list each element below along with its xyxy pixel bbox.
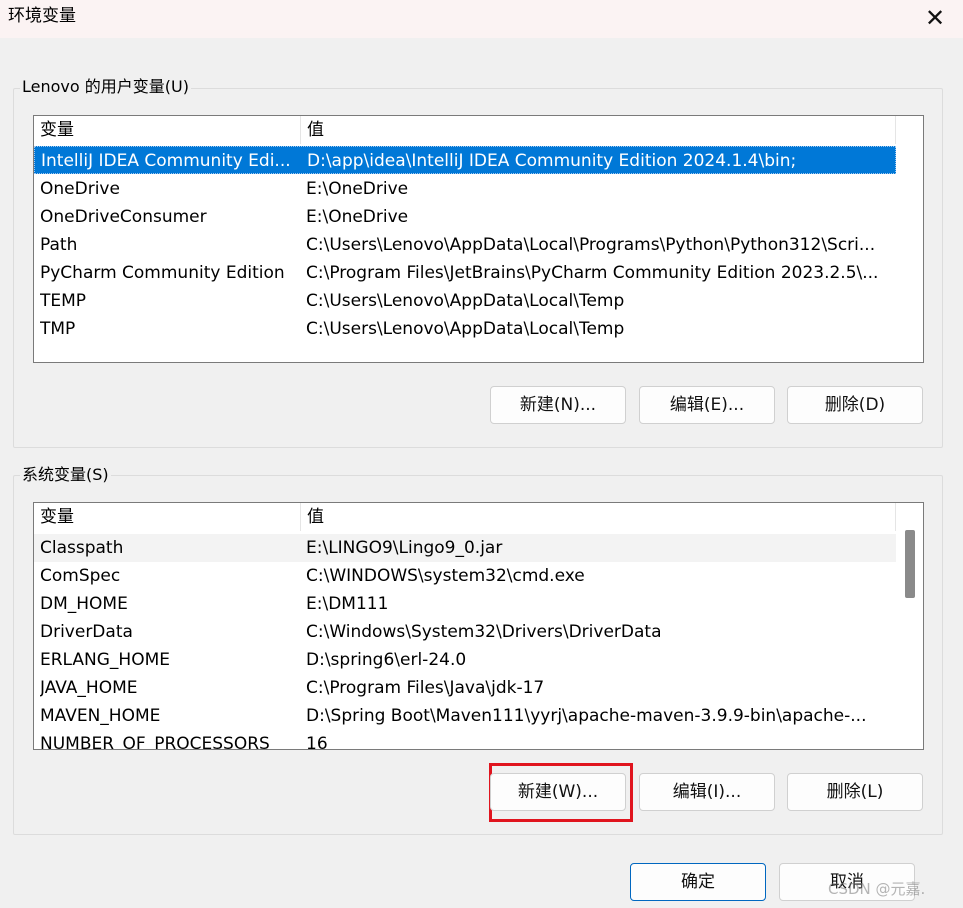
table-row[interactable]: NUMBER_OF_PROCESSORS 16 [34, 730, 896, 750]
table-row[interactable]: DM_HOME E:\DM111 [34, 590, 896, 618]
user-delete-button[interactable]: 删除(D) [787, 386, 923, 424]
table-row[interactable]: Classpath E:\LINGO9\Lingo9_0.jar [34, 534, 896, 562]
var-name: Classpath [40, 538, 124, 558]
scrollbar-thumb[interactable] [905, 530, 915, 598]
var-name: ERLANG_HOME [40, 650, 171, 670]
var-value: D:\Spring Boot\Maven111\yyrj\apache-mave… [306, 706, 867, 726]
close-icon[interactable]: ✕ [915, 2, 955, 34]
var-value: C:\WINDOWS\system32\cmd.exe [306, 566, 585, 586]
user-vars-header-value[interactable]: 值 [301, 116, 896, 144]
user-vars-header-name[interactable]: 变量 [34, 116, 301, 144]
var-value: 16 [306, 734, 328, 750]
var-name: TEMP [40, 291, 87, 311]
var-name: DM_HOME [40, 594, 128, 614]
user-new-button[interactable]: 新建(N)... [490, 386, 626, 424]
user-vars-legend: Lenovo 的用户变量(U) [20, 77, 191, 97]
var-value: C:\Users\Lenovo\AppData\Local\Temp [306, 319, 625, 339]
table-row[interactable]: DriverData C:\Windows\System32\Drivers\D… [34, 618, 896, 646]
table-row[interactable]: ComSpec C:\WINDOWS\system32\cmd.exe [34, 562, 896, 590]
var-name: MAVEN_HOME [40, 706, 161, 726]
table-row[interactable]: PyCharm Community Edition C:\Program Fil… [34, 259, 896, 287]
var-value: E:\OneDrive [306, 207, 409, 227]
system-edit-button[interactable]: 编辑(I)... [639, 773, 775, 811]
table-row[interactable]: ERLANG_HOME D:\spring6\erl-24.0 [34, 646, 896, 674]
user-edit-button[interactable]: 编辑(E)... [639, 386, 775, 424]
table-row[interactable]: IntelliJ IDEA Community Edi... D:\app\id… [34, 146, 896, 174]
var-value: D:\spring6\erl-24.0 [306, 650, 467, 670]
var-value: C:\Users\Lenovo\AppData\Local\Temp [306, 291, 625, 311]
table-row[interactable]: TEMP C:\Users\Lenovo\AppData\Local\Temp [34, 287, 896, 315]
var-name: DriverData [40, 622, 133, 642]
var-value: C:\Windows\System32\Drivers\DriverData [306, 622, 662, 642]
system-vars-legend: 系统变量(S) [20, 465, 111, 485]
var-value: E:\LINGO9\Lingo9_0.jar [306, 538, 503, 558]
table-row[interactable]: JAVA_HOME C:\Program Files\Java\jdk-17 [34, 674, 896, 702]
var-name: JAVA_HOME [40, 678, 138, 698]
var-value: C:\Program Files\JetBrains\PyCharm Commu… [306, 263, 879, 283]
var-name: OneDriveConsumer [40, 207, 207, 227]
table-row[interactable]: OneDrive E:\OneDrive [34, 175, 896, 203]
var-name: NUMBER_OF_PROCESSORS [40, 734, 270, 750]
var-name: IntelliJ IDEA Community Edi... [41, 151, 291, 171]
ok-button[interactable]: 确定 [630, 863, 766, 901]
var-name: OneDrive [40, 179, 120, 199]
system-new-button[interactable]: 新建(W)... [490, 773, 626, 811]
system-vars-scrollbar[interactable] [896, 503, 923, 749]
watermark: CSDN @元嘉. [828, 880, 926, 898]
system-delete-button[interactable]: 删除(L) [787, 773, 923, 811]
var-name: PyCharm Community Edition [40, 263, 285, 283]
window-title: 环境变量 [8, 6, 76, 26]
var-name: TMP [40, 319, 76, 339]
table-row[interactable]: OneDriveConsumer E:\OneDrive [34, 203, 896, 231]
table-row[interactable]: TMP C:\Users\Lenovo\AppData\Local\Temp [34, 315, 896, 343]
system-vars-header-name[interactable]: 变量 [34, 503, 301, 531]
system-vars-list[interactable]: 变量 值 Classpath E:\LINGO9\Lingo9_0.jar Co… [33, 502, 924, 750]
title-bar: 环境变量 ✕ [0, 0, 963, 38]
var-value: E:\DM111 [306, 594, 389, 614]
table-row[interactable]: MAVEN_HOME D:\Spring Boot\Maven111\yyrj\… [34, 702, 896, 730]
table-row[interactable]: Path C:\Users\Lenovo\AppData\Local\Progr… [34, 231, 896, 259]
var-name: Path [40, 235, 78, 255]
var-value: C:\Users\Lenovo\AppData\Local\Programs\P… [306, 235, 876, 255]
user-vars-list[interactable]: 变量 值 IntelliJ IDEA Community Edi... D:\a… [33, 115, 924, 363]
var-value: C:\Program Files\Java\jdk-17 [306, 678, 545, 698]
var-name: ComSpec [40, 566, 121, 586]
var-value: D:\app\idea\IntelliJ IDEA Community Edit… [307, 151, 797, 171]
var-value: E:\OneDrive [306, 179, 409, 199]
system-vars-header-value[interactable]: 值 [301, 503, 896, 531]
